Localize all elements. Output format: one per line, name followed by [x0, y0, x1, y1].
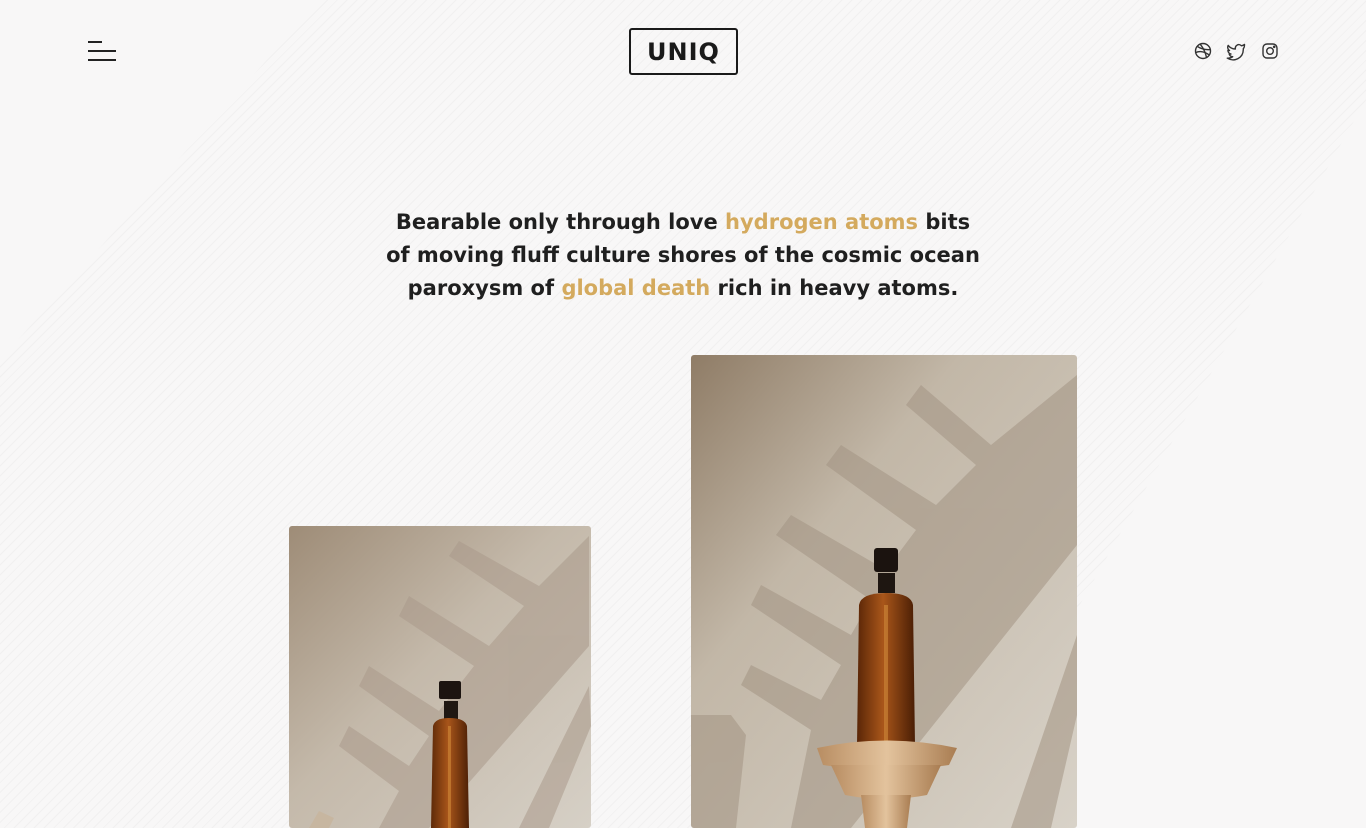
site-header: UNIQ: [0, 0, 1366, 100]
gallery-image-bottle[interactable]: [289, 526, 591, 828]
dribbble-icon[interactable]: [1193, 41, 1213, 61]
twitter-icon[interactable]: [1226, 41, 1246, 61]
background-pattern: [0, 0, 1366, 828]
gallery-image-bottle-pedestal[interactable]: [691, 355, 1077, 828]
tagline-highlight: global death: [561, 276, 711, 300]
instagram-icon[interactable]: [1260, 41, 1280, 61]
menu-button[interactable]: [86, 39, 118, 65]
tagline-text: rich in heavy atoms.: [710, 276, 959, 300]
tagline-highlight: hydrogen atoms: [725, 210, 919, 234]
site-logo[interactable]: UNIQ: [629, 28, 738, 75]
menu-icon-line: [88, 50, 116, 52]
menu-icon-line: [88, 59, 116, 61]
hero-tagline: Bearable only through love hydrogen atom…: [383, 206, 983, 305]
menu-icon-line: [88, 41, 102, 43]
tagline-text: Bearable only through love: [395, 210, 726, 234]
